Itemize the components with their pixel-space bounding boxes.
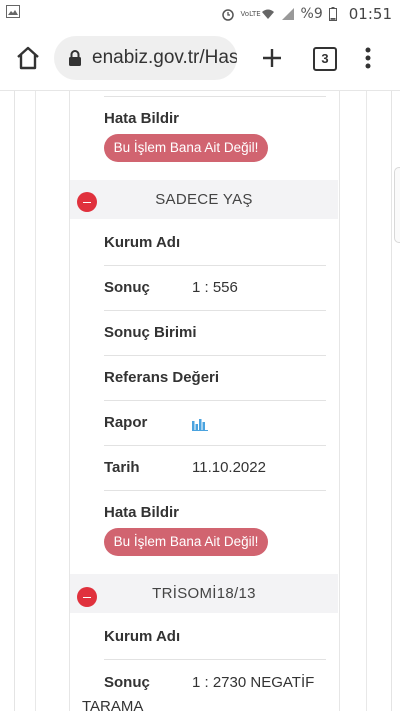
lock-icon — [69, 50, 81, 66]
clock: 01:51 — [348, 5, 392, 23]
rapor-label: Rapor — [104, 414, 148, 431]
section-header-sadece-yas[interactable]: SADECE YAŞ — [70, 180, 338, 219]
collapse-icon[interactable] — [77, 192, 97, 212]
tarih-label: Tarih — [104, 459, 140, 476]
address-bar[interactable]: enabiz.gov.tr/Has — [54, 36, 237, 80]
sonuc-label: Sonuç — [104, 279, 150, 296]
status-bar: VoLTE %9 01:51 — [0, 0, 400, 28]
row-divider — [104, 659, 326, 660]
plus-icon — [263, 49, 281, 67]
row-divider — [104, 445, 326, 446]
tab-switcher-button[interactable]: 3 — [313, 47, 337, 71]
section-title: SADECE YAŞ — [155, 191, 253, 208]
gallery-notification-icon — [6, 5, 20, 22]
hata-bildir-label: Hata Bildir — [104, 504, 180, 521]
kurum-adi-label: Kurum Adı — [104, 628, 181, 645]
side-handle[interactable] — [394, 167, 400, 243]
wifi-icon — [261, 7, 275, 21]
sonuc-birimi-label: Sonuç Birimi — [104, 324, 197, 341]
row-divider — [104, 96, 326, 97]
sonuc-label: Sonuç — [104, 674, 150, 691]
bar-chart-icon[interactable] — [192, 417, 208, 431]
hata-bildir-label: Hata Bildir — [104, 110, 180, 127]
referans-degeri-label: Referans Değeri — [104, 369, 220, 386]
web-page: Hata Bildir Bu İşlem Bana Ait Değil! SAD… — [0, 91, 400, 711]
sonuc-value: 1 : 2730 NEGATİF — [192, 674, 315, 691]
section-title: TRİSOMİ18/13 — [152, 585, 256, 602]
home-button[interactable] — [14, 44, 42, 72]
home-icon — [17, 46, 39, 70]
row-divider — [104, 355, 326, 356]
sonuc-value-continued: TARAMA — [82, 698, 144, 711]
report-not-mine-button[interactable]: Bu İşlem Bana Ait Değil! — [104, 134, 268, 162]
kurum-adi-label: Kurum Adı — [104, 234, 181, 251]
alarm-icon — [221, 7, 235, 21]
battery-percentage: %9 — [300, 6, 323, 22]
battery-icon — [328, 7, 343, 21]
row-divider — [104, 310, 326, 311]
row-divider — [104, 490, 326, 491]
more-vertical-icon — [365, 47, 371, 69]
row-divider — [104, 400, 326, 401]
browser-menu-button[interactable] — [360, 44, 376, 72]
tarih-value: 11.10.2022 — [192, 459, 266, 476]
section-header-trisomi[interactable]: TRİSOMİ18/13 — [70, 574, 338, 613]
volte-indicator: VoLTE — [240, 9, 261, 18]
signal-icon — [281, 7, 295, 21]
browser-toolbar: enabiz.gov.tr/Has 3 — [0, 28, 400, 91]
new-tab-button[interactable] — [258, 44, 286, 72]
report-not-mine-button[interactable]: Bu İşlem Bana Ait Değil! — [104, 528, 268, 556]
sonuc-value: 1 : 556 — [192, 279, 238, 296]
collapse-icon[interactable] — [77, 587, 97, 607]
row-divider — [104, 265, 326, 266]
url-text: enabiz.gov.tr/Has — [92, 47, 237, 68]
